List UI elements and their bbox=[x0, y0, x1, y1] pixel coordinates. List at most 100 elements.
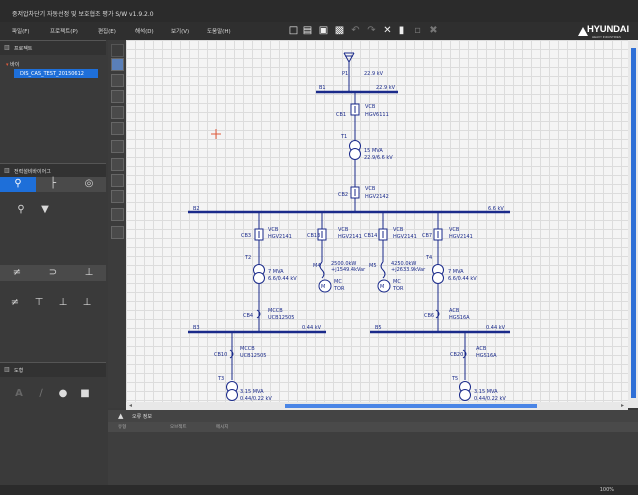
palette-tabs: ⚲ ├ ◎ bbox=[0, 177, 106, 192]
horizontal-scroll-thumb[interactable] bbox=[285, 404, 537, 408]
m5-symbol: M bbox=[380, 284, 384, 290]
rotate-tool[interactable] bbox=[111, 158, 124, 171]
m5-name[interactable]: M5 bbox=[369, 263, 377, 269]
error-table-header: 유형 오브젝트 메시지 bbox=[108, 422, 638, 432]
source-name[interactable]: P1 bbox=[342, 71, 348, 77]
cable-tab-icon[interactable]: ⊃ bbox=[46, 267, 60, 279]
palette-subtabs: ≠ ⊃ ⊥ bbox=[0, 265, 106, 281]
lumped-load-icon[interactable]: ⊥ bbox=[80, 297, 94, 309]
bus-b1-name[interactable]: B1 bbox=[319, 85, 326, 91]
bus-b3-name[interactable]: B3 bbox=[193, 325, 200, 331]
load-tab-icon[interactable]: ⊥ bbox=[82, 267, 96, 279]
delete-icon[interactable]: ✖ bbox=[428, 25, 439, 36]
cb2-name[interactable]: CB2 bbox=[338, 192, 348, 198]
left-panel: ▥ 프로젝트 ▾ 바이 DIS_CAS_TEST_20150612 ▥ 전력설비… bbox=[0, 40, 106, 485]
pan-tool[interactable] bbox=[111, 58, 124, 71]
menu-edit[interactable]: 편집(E) bbox=[98, 27, 116, 35]
cb20-model: HGS16A bbox=[476, 353, 497, 359]
breaker-tab-icon[interactable]: ├ bbox=[46, 178, 60, 190]
bus-b5-name[interactable]: B5 bbox=[375, 325, 382, 331]
cb7-name[interactable]: CB7 bbox=[422, 233, 432, 239]
t3-rating: 3.15 MVA bbox=[240, 389, 264, 395]
shape-panel-title: 도형 bbox=[14, 368, 24, 374]
utility-source-icon[interactable]: ▼ bbox=[38, 204, 52, 216]
bus-icon[interactable]: ≠ bbox=[8, 297, 22, 309]
cb3-name[interactable]: CB3 bbox=[241, 233, 251, 239]
column-type[interactable]: 유형 bbox=[118, 424, 126, 430]
error-panel-header: ▲ 오류 정보 bbox=[108, 410, 638, 422]
zoom-in-tool[interactable] bbox=[111, 74, 124, 87]
t3-name[interactable]: T3 bbox=[217, 376, 224, 382]
cut-icon[interactable]: ✕ bbox=[382, 25, 393, 36]
t2-rating: 7 MVA bbox=[268, 269, 284, 275]
export-tool[interactable] bbox=[111, 226, 124, 239]
bus-b3-voltage: 0.44 kV bbox=[302, 325, 322, 331]
generator-icon[interactable]: ⚲ bbox=[14, 204, 28, 216]
vertical-scroll-thumb[interactable] bbox=[631, 48, 636, 398]
cb14-name[interactable]: CB14 bbox=[364, 233, 377, 239]
text-tool-icon[interactable]: A bbox=[12, 388, 26, 400]
shape-panel-header: ▥ 도형 bbox=[0, 362, 106, 377]
settings-tool[interactable] bbox=[111, 190, 124, 203]
menu-help[interactable]: 도움말(H) bbox=[207, 27, 231, 35]
multi-load-icon[interactable]: ⊥ bbox=[56, 297, 70, 309]
undo-icon[interactable]: ↶ bbox=[350, 25, 361, 36]
t2-name[interactable]: T2 bbox=[244, 255, 251, 261]
cb10-name[interactable]: CB10 bbox=[214, 352, 227, 358]
tree-item-selected[interactable]: DIS_CAS_TEST_20150612 bbox=[14, 69, 98, 78]
diagram-canvas[interactable]: P1 22.9 kV B1 22.9 kV CB1 VCB HGV6111 T1… bbox=[126, 40, 628, 402]
t5-rating: 3.15 MVA bbox=[474, 389, 498, 395]
line-tool-icon[interactable]: ∕ bbox=[34, 388, 48, 400]
node-icon[interactable]: ⊤ bbox=[32, 297, 46, 309]
column-object[interactable]: 오브젝트 bbox=[170, 424, 187, 430]
cb6-type: ACB bbox=[449, 308, 460, 314]
m4-kind: TOR bbox=[333, 286, 345, 292]
open-folder-icon[interactable]: ▤ bbox=[302, 25, 313, 36]
t1-name[interactable]: T1 bbox=[340, 134, 347, 140]
fit-tool[interactable] bbox=[111, 140, 124, 153]
menu-analysis[interactable]: 해석(D) bbox=[135, 27, 154, 35]
cb4-name[interactable]: CB4 bbox=[243, 313, 253, 319]
save-as-icon[interactable]: ▩ bbox=[334, 25, 345, 36]
palette-panel-header: ▥ 전력설비바이어그 bbox=[0, 163, 106, 178]
cb1-name[interactable]: CB1 bbox=[336, 112, 346, 118]
project-panel-header: ▥ 프로젝트 bbox=[0, 40, 106, 55]
t5-name[interactable]: T5 bbox=[451, 376, 458, 382]
cb6-name[interactable]: CB6 bbox=[424, 313, 434, 319]
tree-root[interactable]: ▾ 바이 bbox=[6, 61, 19, 68]
t4-rating: 7 MVA bbox=[448, 269, 464, 275]
tree-item-label: DIS_CAS_TEST_20150612 bbox=[20, 71, 84, 77]
transformer-tab-icon[interactable]: ◎ bbox=[82, 178, 96, 190]
copy-icon[interactable]: ▮ bbox=[396, 25, 407, 36]
paste-icon[interactable]: ▫ bbox=[412, 25, 423, 36]
scroll-left-icon[interactable]: ◂ bbox=[129, 402, 132, 409]
redo-icon[interactable]: ↷ bbox=[366, 25, 377, 36]
menu-view[interactable]: 보기(V) bbox=[171, 27, 189, 35]
cb13-type: VCB bbox=[338, 227, 349, 233]
menu-file[interactable]: 파일(F) bbox=[12, 27, 30, 35]
busbar-tab-icon[interactable]: ≠ bbox=[10, 267, 24, 279]
grid-tool[interactable] bbox=[111, 106, 124, 119]
select-tool[interactable] bbox=[111, 44, 124, 57]
save-icon[interactable]: ▣ bbox=[318, 25, 329, 36]
help-tool[interactable] bbox=[111, 208, 124, 221]
menu-project[interactable]: 프로젝트(P) bbox=[50, 27, 78, 35]
m4-name[interactable]: M4 bbox=[313, 263, 321, 269]
circle-tool-icon[interactable]: ● bbox=[56, 388, 70, 400]
flip-tool[interactable] bbox=[111, 174, 124, 187]
cb20-name[interactable]: CB20 bbox=[450, 352, 463, 358]
align-tool[interactable] bbox=[111, 122, 124, 135]
t4-name[interactable]: T4 bbox=[425, 255, 432, 261]
cb4-type: MCCB bbox=[268, 308, 283, 314]
cb1-model: HGV6111 bbox=[365, 112, 389, 118]
scroll-right-icon[interactable]: ▸ bbox=[621, 402, 624, 409]
rect-tool-icon[interactable]: ■ bbox=[78, 388, 92, 400]
cb13-model: HGV2141 bbox=[338, 234, 362, 240]
new-file-icon[interactable]: □ bbox=[288, 25, 299, 36]
error-panel-title: 오류 정보 bbox=[132, 414, 152, 420]
zoom-out-tool[interactable] bbox=[111, 90, 124, 103]
palette-panel-title: 전력설비바이어그 bbox=[14, 169, 51, 175]
column-message[interactable]: 메시지 bbox=[216, 424, 228, 430]
cb13-name[interactable]: CB13 bbox=[307, 233, 320, 239]
bus-b2-name[interactable]: B2 bbox=[193, 206, 200, 212]
